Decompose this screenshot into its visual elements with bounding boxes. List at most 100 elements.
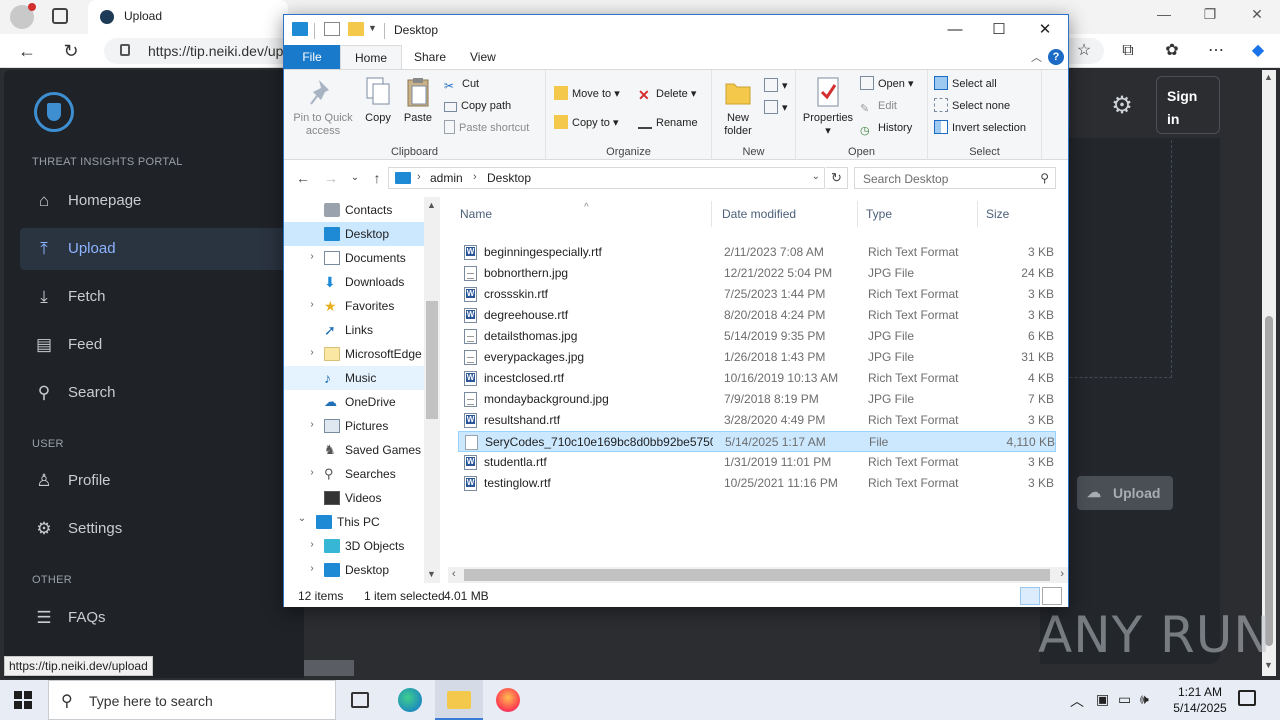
taskbar-clock[interactable]: 1:21 AM 5/14/2025 (1160, 684, 1240, 716)
taskbar-search-box[interactable]: ⚲ Type here to search (48, 680, 336, 720)
back-button[interactable]: ← (294, 170, 312, 186)
tree-expander-icon[interactable]: › (306, 299, 318, 310)
settings-gear-icon[interactable]: ⚙ (1108, 92, 1136, 120)
table-row[interactable]: everypackages.jpg 1/26/2018 1:43 PM JPG Fi… (458, 347, 1056, 368)
tree-expander-icon[interactable]: › (306, 563, 318, 574)
network-icon[interactable]: ▭ (1118, 691, 1131, 708)
table-row[interactable]: bobnorthern.jpg 12/21/2022 5:04 PM JPG Fil… (458, 263, 1056, 284)
table-row[interactable]: mondaybackground.jpg 7/9/2018 8:19 PM JPG … (458, 389, 1056, 410)
volume-icon[interactable]: 🕪 (1140, 691, 1149, 708)
browser-tab[interactable]: Upload (88, 0, 288, 34)
scroll-right-icon[interactable]: › (1060, 568, 1064, 580)
page-scroll-thumb[interactable] (1265, 316, 1273, 646)
windows-start-icon[interactable] (14, 691, 32, 709)
tree-item-links[interactable]: ➚ Links (284, 318, 424, 342)
tree-expander-icon[interactable]: › (306, 347, 318, 358)
column-header-type[interactable]: Type (858, 201, 978, 227)
paste-shortcut-button[interactable]: Paste shortcut (444, 118, 529, 138)
taskbar-edge[interactable] (386, 680, 434, 720)
upload-button[interactable]: ☁ Upload (1077, 476, 1173, 510)
collapse-ribbon-icon[interactable]: ︿ (1031, 49, 1042, 65)
tree-item-desktop[interactable]: Desktop (284, 222, 424, 246)
page-scrollbar[interactable]: ▲ ▼ (1262, 70, 1276, 676)
browser-minimize-button[interactable]: — (1154, 6, 1174, 22)
address-dropdown-icon[interactable]: ⌄ (812, 171, 820, 182)
easy-access-button[interactable]: ▾ (764, 98, 788, 118)
nav-feed[interactable]: ▤ Feed (20, 324, 288, 366)
forward-button[interactable]: → (322, 170, 340, 186)
sign-in-button[interactable]: Sign in (1156, 76, 1220, 134)
explorer-address-bar[interactable]: › admin › Desktop ⌄ (388, 167, 825, 189)
tree-expander-icon[interactable]: › (306, 251, 318, 262)
tray-overflow-icon[interactable]: ︿ (1070, 691, 1084, 711)
nav-profile[interactable]: ♙ Profile (20, 460, 288, 502)
table-row[interactable]: incestclosed.rtf 10/16/2019 10:13 AM Rich … (458, 368, 1056, 389)
taskbar-file-explorer[interactable] (435, 680, 483, 720)
page-horizontal-scroll-thumb[interactable] (304, 660, 354, 676)
copy-button[interactable]: Copy (360, 76, 396, 125)
tree-item-3d-objects[interactable]: › 3D Objects (284, 534, 424, 558)
maximize-button[interactable]: ☐ (976, 17, 1022, 43)
table-row[interactable]: resultshand.rtf 3/28/2020 4:49 PM Rich Tex… (458, 410, 1056, 431)
profile-avatar[interactable] (10, 3, 36, 29)
task-view-button[interactable] (336, 680, 384, 720)
tree-item-music[interactable]: ♪ Music (284, 366, 424, 390)
copy-path-button[interactable]: Copy path (444, 96, 511, 116)
select-none-button[interactable]: Select none (934, 96, 1010, 116)
tree-item-contacts[interactable]: Contacts (284, 198, 424, 222)
portal-logo-icon[interactable] (34, 92, 74, 132)
nav-search[interactable]: ⚲ Search (20, 372, 288, 414)
lock-icon[interactable] (120, 44, 130, 56)
nav-faqs[interactable]: ☰ FAQs (20, 597, 288, 639)
column-header-size[interactable]: Size (978, 201, 1056, 227)
column-header-name[interactable]: Name ^ (452, 201, 712, 227)
nav-homepage[interactable]: ⌂ Homepage (20, 180, 288, 222)
collections-icon[interactable]: ⧉ (1118, 42, 1138, 60)
nav-fetch[interactable]: ⤓ Fetch (20, 276, 288, 318)
this-pc-icon[interactable] (292, 22, 308, 36)
tree-item-pictures[interactable]: › Pictures (284, 414, 424, 438)
navigation-pane[interactable]: Contacts Desktop › Documents ⬇ Downloads… (284, 197, 439, 583)
new-item-button[interactable]: ▾ (764, 76, 788, 96)
table-row[interactable]: beginningespecially.rtf 2/11/2023 7:08 AM… (458, 242, 1056, 263)
rename-button[interactable]: Rename (638, 113, 698, 133)
table-row[interactable]: detailsthomas.jpg 5/14/2019 9:35 PM JPG Fi… (458, 326, 1056, 347)
select-all-button[interactable]: Select all (934, 74, 997, 94)
tree-item-saved-games[interactable]: ♞ Saved Games (284, 438, 424, 462)
tree-item-favorites[interactable]: › ★ Favorites (284, 294, 424, 318)
new-folder-button[interactable]: New folder (718, 76, 758, 138)
edit-button[interactable]: ✎ Edit (860, 96, 897, 116)
file-list[interactable]: Name ^ Date modified Type Size beginning… (448, 197, 1068, 565)
scroll-up-icon[interactable]: ▲ (427, 200, 436, 210)
breadcrumb-admin[interactable]: admin (430, 171, 463, 185)
more-options-icon[interactable]: ⋯ (1206, 42, 1226, 60)
file-list-horizontal-scrollbar[interactable]: ‹ › (448, 567, 1068, 583)
move-to-button[interactable]: Move to ▾ (554, 84, 620, 104)
tree-item-desktop-pc[interactable]: › Desktop (284, 558, 424, 582)
table-row[interactable]: degreehouse.rtf 8/20/2018 4:24 PM Rich Tex… (458, 305, 1056, 326)
customize-dropdown-icon[interactable]: ▼ (368, 23, 384, 37)
browser-close-button[interactable]: ✕ (1247, 6, 1267, 23)
tree-item-this-pc[interactable]: ⌄ This PC (284, 510, 424, 534)
tab-actions-icon[interactable] (52, 8, 68, 24)
table-row[interactable]: SeryCodes_710c10e169bc8d0bb92be5750... 5/… (458, 431, 1056, 452)
minimize-button[interactable]: — (932, 17, 978, 43)
tree-item-documents[interactable]: › Documents (284, 246, 424, 270)
tab-share[interactable]: Share (400, 45, 460, 69)
tree-item-downloads[interactable]: ⬇ Downloads (284, 270, 424, 294)
pin-quick-access-button[interactable]: Pin to Quick access (290, 76, 356, 138)
refresh-icon[interactable]: ↻ (60, 40, 82, 62)
back-arrow-icon[interactable]: ← (16, 40, 38, 62)
properties-quick-icon[interactable] (324, 22, 340, 36)
search-desktop-input[interactable]: Search Desktop ⚲ (854, 167, 1056, 189)
navigation-scroll-thumb[interactable] (426, 301, 438, 419)
recent-locations-icon[interactable]: ⌄ (346, 172, 364, 183)
nav-settings[interactable]: ⚙ Settings (20, 508, 288, 550)
tree-expander-icon[interactable]: › (306, 467, 318, 478)
refresh-icon[interactable]: ↻ (826, 167, 848, 189)
close-button[interactable]: ✕ (1022, 17, 1068, 43)
tree-item-microsoftedge[interactable]: › MicrosoftEdge (284, 342, 424, 366)
open-button[interactable]: Open ▾ (860, 74, 914, 94)
extensions-icon[interactable]: ✿ (1162, 42, 1182, 60)
tab-home[interactable]: Home (340, 45, 403, 69)
